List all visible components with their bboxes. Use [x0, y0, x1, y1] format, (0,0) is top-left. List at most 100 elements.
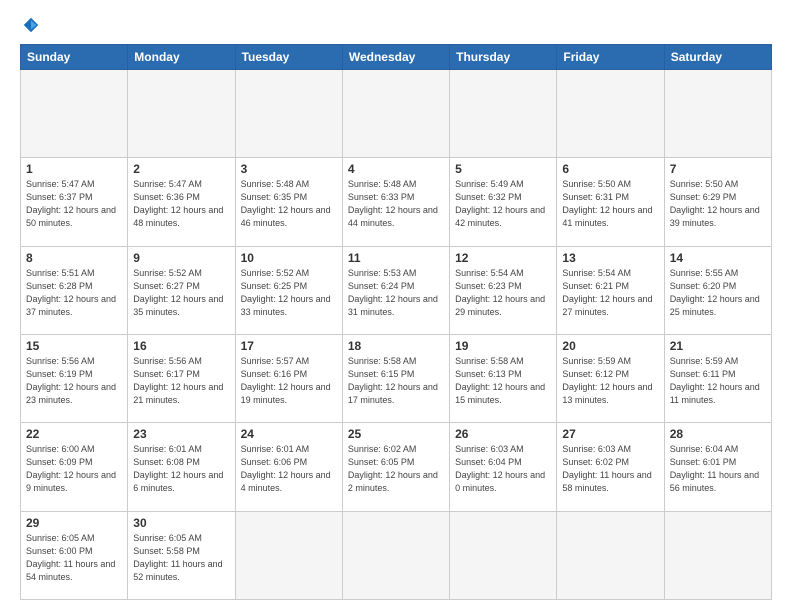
day-info: Sunrise: 5:50 AMSunset: 6:31 PMDaylight:… — [562, 178, 658, 230]
day-number: 1 — [26, 162, 122, 176]
day-info: Sunrise: 6:01 AMSunset: 6:06 PMDaylight:… — [241, 443, 337, 495]
calendar-day-cell: 25 Sunrise: 6:02 AMSunset: 6:05 PMDayligh… — [342, 423, 449, 511]
calendar-day-header: Friday — [557, 45, 664, 70]
calendar-day-cell — [450, 70, 557, 158]
calendar-week-row: 22Sunrise: 6:00 AMSunset: 6:09 PMDayligh… — [21, 423, 772, 511]
day-info: Sunrise: 6:05 AMSunset: 6:00 PMDaylight:… — [26, 532, 122, 584]
calendar-day-cell: 5 Sunrise: 5:49 AMSunset: 6:32 PMDaylight… — [450, 158, 557, 246]
calendar-day-cell: 4 Sunrise: 5:48 AMSunset: 6:33 PMDaylight… — [342, 158, 449, 246]
day-number: 23 — [133, 427, 229, 441]
day-number: 15 — [26, 339, 122, 353]
calendar-day-cell: 17 Sunrise: 5:57 AMSunset: 6:16 PMDayligh… — [235, 334, 342, 422]
day-info: Sunrise: 5:54 AMSunset: 6:23 PMDaylight:… — [455, 267, 551, 319]
calendar-day-cell: 20Sunrise: 5:59 AMSunset: 6:12 PMDayligh… — [557, 334, 664, 422]
day-number: 4 — [348, 162, 444, 176]
day-number: 17 — [241, 339, 337, 353]
day-info: Sunrise: 6:02 AMSunset: 6:05 PMDaylight:… — [348, 443, 444, 495]
calendar-day-cell — [557, 511, 664, 599]
logo-text — [20, 16, 40, 34]
day-info: Sunrise: 6:03 AMSunset: 6:02 PMDaylight:… — [562, 443, 658, 495]
calendar-day-cell: 24 Sunrise: 6:01 AMSunset: 6:06 PMDayligh… — [235, 423, 342, 511]
calendar-day-cell: 8 Sunrise: 5:51 AMSunset: 6:28 PMDaylight… — [21, 246, 128, 334]
calendar-day-cell: 29 Sunrise: 6:05 AMSunset: 6:00 PMDayligh… — [21, 511, 128, 599]
day-number: 11 — [348, 251, 444, 265]
day-info: Sunrise: 6:01 AMSunset: 6:08 PMDaylight:… — [133, 443, 229, 495]
calendar-day-cell: 21 Sunrise: 5:59 AMSunset: 6:11 PMDayligh… — [664, 334, 771, 422]
calendar-week-row: 1 Sunrise: 5:47 AMSunset: 6:37 PMDaylight… — [21, 158, 772, 246]
day-info: Sunrise: 5:57 AMSunset: 6:16 PMDaylight:… — [241, 355, 337, 407]
calendar-day-cell — [557, 70, 664, 158]
day-number: 21 — [670, 339, 766, 353]
calendar-day-cell — [342, 511, 449, 599]
header — [20, 16, 772, 34]
day-info: Sunrise: 5:48 AMSunset: 6:33 PMDaylight:… — [348, 178, 444, 230]
day-info: Sunrise: 6:00 AMSunset: 6:09 PMDaylight:… — [26, 443, 122, 495]
day-info: Sunrise: 5:49 AMSunset: 6:32 PMDaylight:… — [455, 178, 551, 230]
calendar-day-cell: 1 Sunrise: 5:47 AMSunset: 6:37 PMDaylight… — [21, 158, 128, 246]
day-info: Sunrise: 5:55 AMSunset: 6:20 PMDaylight:… — [670, 267, 766, 319]
calendar-day-cell: 11 Sunrise: 5:53 AMSunset: 6:24 PMDayligh… — [342, 246, 449, 334]
calendar-day-cell: 6 Sunrise: 5:50 AMSunset: 6:31 PMDaylight… — [557, 158, 664, 246]
day-info: Sunrise: 5:58 AMSunset: 6:15 PMDaylight:… — [348, 355, 444, 407]
day-info: Sunrise: 5:52 AMSunset: 6:25 PMDaylight:… — [241, 267, 337, 319]
day-info: Sunrise: 6:04 AMSunset: 6:01 PMDaylight:… — [670, 443, 766, 495]
day-info: Sunrise: 5:51 AMSunset: 6:28 PMDaylight:… — [26, 267, 122, 319]
calendar-day-header: Saturday — [664, 45, 771, 70]
calendar-day-cell: 9Sunrise: 5:52 AMSunset: 6:27 PMDaylight… — [128, 246, 235, 334]
day-number: 25 — [348, 427, 444, 441]
day-number: 13 — [562, 251, 658, 265]
calendar-day-cell — [450, 511, 557, 599]
day-number: 10 — [241, 251, 337, 265]
day-info: Sunrise: 5:50 AMSunset: 6:29 PMDaylight:… — [670, 178, 766, 230]
day-number: 27 — [562, 427, 658, 441]
day-info: Sunrise: 5:56 AMSunset: 6:19 PMDaylight:… — [26, 355, 122, 407]
calendar-day-cell: 22Sunrise: 6:00 AMSunset: 6:09 PMDayligh… — [21, 423, 128, 511]
day-number: 16 — [133, 339, 229, 353]
calendar-day-header: Tuesday — [235, 45, 342, 70]
calendar-day-cell: 10 Sunrise: 5:52 AMSunset: 6:25 PMDayligh… — [235, 246, 342, 334]
calendar-week-row: 29 Sunrise: 6:05 AMSunset: 6:00 PMDayligh… — [21, 511, 772, 599]
calendar-day-cell: 14 Sunrise: 5:55 AMSunset: 6:20 PMDayligh… — [664, 246, 771, 334]
calendar-day-header: Wednesday — [342, 45, 449, 70]
calendar-day-cell: 18 Sunrise: 5:58 AMSunset: 6:15 PMDayligh… — [342, 334, 449, 422]
day-info: Sunrise: 5:47 AMSunset: 6:37 PMDaylight:… — [26, 178, 122, 230]
logo-icon — [22, 16, 40, 34]
day-number: 14 — [670, 251, 766, 265]
calendar-table: SundayMondayTuesdayWednesdayThursdayFrid… — [20, 44, 772, 600]
day-number: 20 — [562, 339, 658, 353]
day-number: 29 — [26, 516, 122, 530]
calendar-day-header: Sunday — [21, 45, 128, 70]
day-info: Sunrise: 5:53 AMSunset: 6:24 PMDaylight:… — [348, 267, 444, 319]
day-number: 24 — [241, 427, 337, 441]
day-info: Sunrise: 5:47 AMSunset: 6:36 PMDaylight:… — [133, 178, 229, 230]
calendar-day-cell — [21, 70, 128, 158]
calendar-day-cell — [342, 70, 449, 158]
calendar-day-cell — [235, 511, 342, 599]
day-number: 6 — [562, 162, 658, 176]
calendar-day-cell — [664, 70, 771, 158]
page: SundayMondayTuesdayWednesdayThursdayFrid… — [0, 0, 792, 612]
day-number: 26 — [455, 427, 551, 441]
calendar-day-cell — [664, 511, 771, 599]
calendar-day-cell: 27 Sunrise: 6:03 AMSunset: 6:02 PMDayligh… — [557, 423, 664, 511]
day-number: 12 — [455, 251, 551, 265]
day-number: 18 — [348, 339, 444, 353]
day-number: 5 — [455, 162, 551, 176]
day-number: 28 — [670, 427, 766, 441]
day-info: Sunrise: 5:52 AMSunset: 6:27 PMDaylight:… — [133, 267, 229, 319]
day-info: Sunrise: 5:59 AMSunset: 6:11 PMDaylight:… — [670, 355, 766, 407]
calendar-day-cell: 30Sunrise: 6:05 AMSunset: 5:58 PMDayligh… — [128, 511, 235, 599]
calendar-day-header: Monday — [128, 45, 235, 70]
calendar-day-cell: 2 Sunrise: 5:47 AMSunset: 6:36 PMDaylight… — [128, 158, 235, 246]
day-number: 3 — [241, 162, 337, 176]
calendar-day-cell: 23 Sunrise: 6:01 AMSunset: 6:08 PMDayligh… — [128, 423, 235, 511]
day-number: 2 — [133, 162, 229, 176]
calendar-week-row — [21, 70, 772, 158]
calendar-day-cell: 13Sunrise: 5:54 AMSunset: 6:21 PMDayligh… — [557, 246, 664, 334]
day-number: 30 — [133, 516, 229, 530]
calendar-header-row: SundayMondayTuesdayWednesdayThursdayFrid… — [21, 45, 772, 70]
calendar-day-cell: 7Sunrise: 5:50 AMSunset: 6:29 PMDaylight… — [664, 158, 771, 246]
day-number: 8 — [26, 251, 122, 265]
calendar-day-cell: 15 Sunrise: 5:56 AMSunset: 6:19 PMDayligh… — [21, 334, 128, 422]
day-info: Sunrise: 5:48 AMSunset: 6:35 PMDaylight:… — [241, 178, 337, 230]
